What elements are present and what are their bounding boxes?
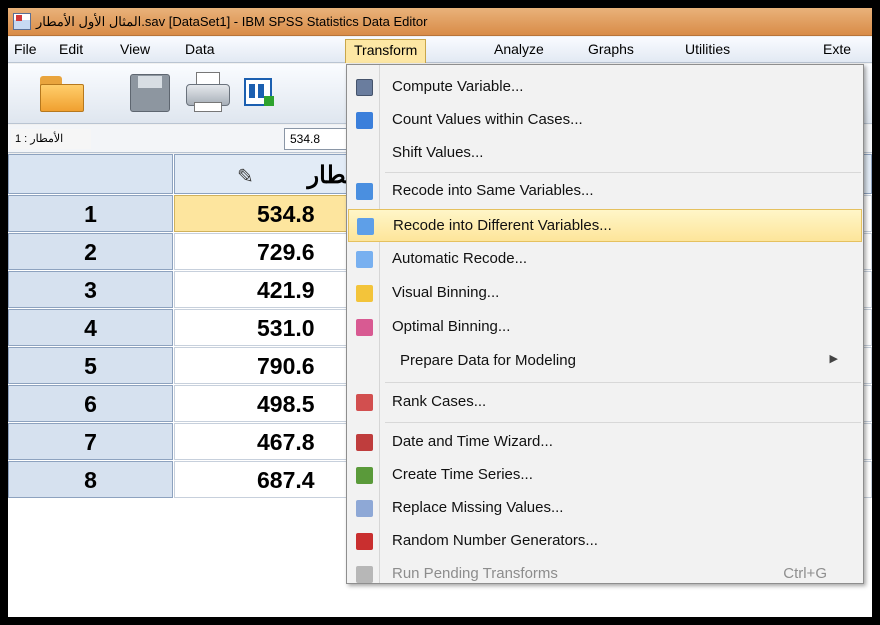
row-number[interactable]: 6 [8,385,173,422]
row-number[interactable]: 8 [8,461,173,498]
transform-menu: Compute Variable... Count Values within … [346,64,864,584]
count-icon [356,112,373,129]
submenu-arrow-icon: ▶ [829,353,838,365]
menu-file[interactable]: File [14,41,37,57]
menu-separator [385,172,861,173]
time-series-icon [356,467,373,484]
spss-app-icon [13,13,31,30]
row-number[interactable]: 3 [8,271,173,308]
menu-recode-different[interactable]: Recode into Different Variables... [348,209,862,242]
row-number[interactable]: 1 [8,195,173,232]
scale-measure-icon: ✎ [237,166,254,188]
menu-replace-missing[interactable]: Replace Missing Values... [348,492,862,525]
row-number[interactable]: 4 [8,309,173,346]
menu-date-time-wizard[interactable]: Date and Time Wizard... [348,426,862,459]
save-icon[interactable] [126,72,174,114]
automatic-recode-icon [356,251,373,268]
menu-create-time-series[interactable]: Create Time Series... [348,459,862,492]
grid-corner[interactable] [8,154,173,194]
recode-same-icon [356,183,373,200]
menu-visual-binning[interactable]: Visual Binning... [348,277,862,310]
menu-graphs[interactable]: Graphs [588,41,634,57]
menu-transform[interactable]: Transform [345,39,427,63]
replace-missing-icon [356,500,373,517]
menu-optimal-binning[interactable]: Optimal Binning... [348,311,862,344]
menu-compute-variable[interactable]: Compute Variable... [348,71,862,104]
window-title: المثال الأول الأمطار.sav [DataSet1] - IB… [36,14,428,29]
compute-icon [356,79,373,96]
spss-data-editor-window: المثال الأول الأمطار.sav [DataSet1] - IB… [8,8,872,617]
calendar-icon [356,434,373,451]
visual-binning-icon [356,285,373,302]
menu-rank-cases[interactable]: Rank Cases... [348,386,862,419]
menu-analyze[interactable]: Analyze [494,41,544,57]
dialog-recall-icon[interactable] [244,72,276,114]
menu-data[interactable]: Data [185,41,215,57]
row-number[interactable]: 2 [8,233,173,270]
menu-utilities[interactable]: Utilities [685,41,730,57]
row-number[interactable]: 7 [8,423,173,460]
menu-edit[interactable]: Edit [59,41,83,57]
menu-run-pending-transforms: Run Pending Transforms Ctrl+G [348,558,862,591]
rank-icon [356,394,373,411]
menu-automatic-recode[interactable]: Automatic Recode... [348,243,862,276]
menu-separator [385,422,861,423]
menu-view[interactable]: View [120,41,150,57]
row-number[interactable]: 5 [8,347,173,384]
cell-reference: 1 : الأمطار [11,129,91,149]
dice-icon [356,533,373,550]
menu-extensions[interactable]: Exte [823,41,851,57]
menu-separator [385,382,861,383]
menu-count-values[interactable]: Count Values within Cases... [348,104,862,137]
menu-shift-values[interactable]: Shift Values... [348,137,862,170]
run-pending-icon [356,566,373,583]
title-bar: المثال الأول الأمطار.sav [DataSet1] - IB… [8,8,872,36]
menu-bar: File Edit View Data Transform Analyze Gr… [8,37,872,63]
menu-prepare-data[interactable]: Prepare Data for Modeling ▶ [348,345,862,378]
menu-random-number-generators[interactable]: Random Number Generators... [348,525,862,558]
printer-icon[interactable] [184,72,232,114]
folder-open-icon[interactable] [38,72,86,114]
menu-recode-same[interactable]: Recode into Same Variables... [348,175,862,208]
recode-different-icon [357,218,374,235]
optimal-binning-icon [356,319,373,336]
